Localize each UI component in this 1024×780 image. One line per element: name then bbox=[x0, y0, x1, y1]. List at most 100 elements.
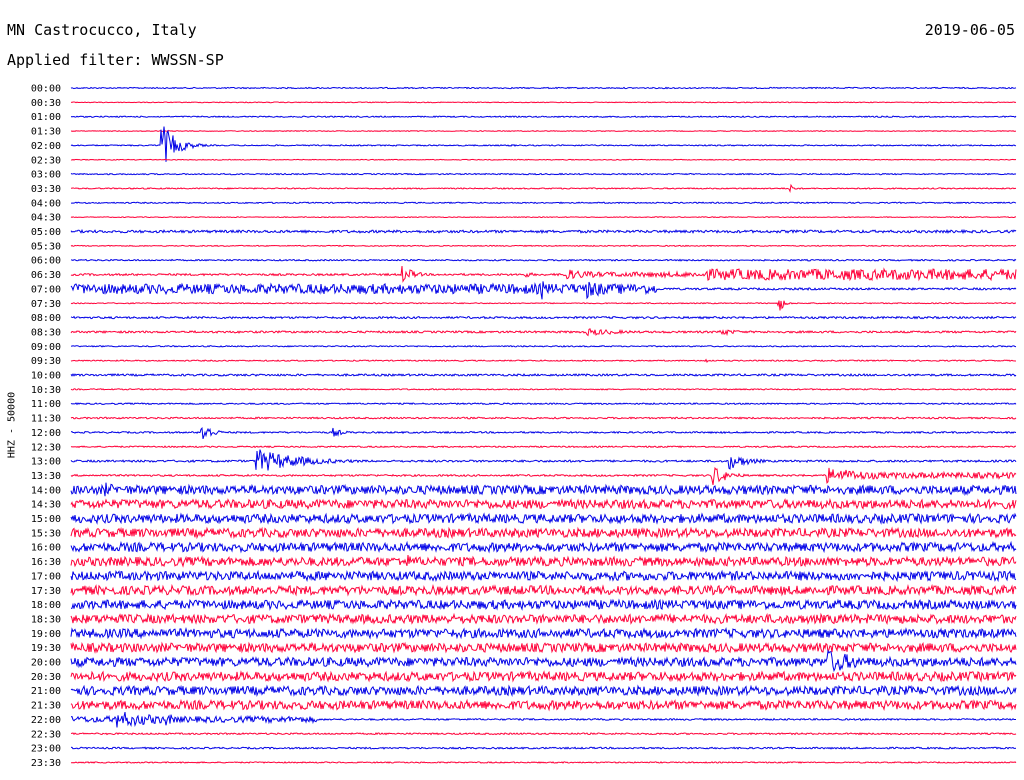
time-tick-labels: 00:00 00:30 01:00 01:30 02:00 02:30 03:00 03:30… bbox=[31, 84, 61, 769]
time-label: 20:30 bbox=[31, 672, 61, 683]
trace-row bbox=[70, 126, 1017, 162]
time-label: 05:00 bbox=[31, 227, 61, 238]
time-label: 11:00 bbox=[31, 399, 61, 410]
time-label: 04:00 bbox=[31, 198, 61, 209]
time-label: 22:00 bbox=[31, 715, 61, 726]
time-label: 12:30 bbox=[31, 442, 61, 453]
trace-row bbox=[70, 300, 1017, 311]
time-label: 00:00 bbox=[31, 84, 61, 95]
trace-row bbox=[70, 569, 1017, 583]
time-label: 09:30 bbox=[31, 356, 61, 367]
trace-row bbox=[70, 427, 1017, 440]
time-label: 20:00 bbox=[31, 658, 61, 669]
trace-row bbox=[70, 328, 1017, 337]
trace-row bbox=[70, 583, 1017, 597]
trace-row bbox=[70, 669, 1017, 683]
time-label: 10:00 bbox=[31, 371, 61, 382]
trace-row bbox=[70, 315, 1017, 320]
time-label: 10:30 bbox=[31, 385, 61, 396]
time-label: 23:30 bbox=[31, 758, 61, 769]
trace-row bbox=[70, 372, 1017, 377]
trace-row bbox=[71, 732, 1017, 736]
time-label: 17:30 bbox=[31, 586, 61, 597]
trace-row bbox=[70, 746, 1017, 750]
time-label: 01:00 bbox=[31, 112, 61, 123]
time-label: 23:00 bbox=[31, 744, 61, 755]
time-label: 14:30 bbox=[31, 500, 61, 511]
time-label: 03:30 bbox=[31, 184, 61, 195]
time-label: 12:00 bbox=[31, 428, 61, 439]
trace-row bbox=[70, 526, 1017, 540]
trace-row bbox=[70, 445, 1017, 449]
time-label: 17:00 bbox=[31, 571, 61, 582]
time-label: 09:00 bbox=[31, 342, 61, 353]
trace-row bbox=[70, 698, 1017, 712]
trace-row bbox=[70, 761, 1017, 764]
time-label: 16:00 bbox=[31, 543, 61, 554]
time-label: 15:30 bbox=[31, 528, 61, 539]
trace-row bbox=[70, 358, 1016, 363]
trace-row bbox=[70, 627, 1017, 640]
time-label: 19:30 bbox=[31, 643, 61, 654]
trace-row bbox=[70, 512, 1017, 525]
time-label: 00:30 bbox=[31, 98, 61, 109]
trace-row bbox=[70, 258, 1017, 262]
trace-row bbox=[70, 115, 1017, 119]
trace-row bbox=[70, 228, 1017, 235]
time-label: 08:30 bbox=[31, 327, 61, 338]
trace-row bbox=[70, 684, 1017, 698]
time-label: 14:00 bbox=[31, 485, 61, 496]
time-label: 05:30 bbox=[31, 241, 61, 252]
trace-row bbox=[70, 158, 1017, 161]
time-label: 04:30 bbox=[31, 213, 61, 224]
time-label: 22:30 bbox=[31, 729, 61, 740]
trace-row bbox=[70, 172, 1017, 176]
trace-row bbox=[70, 482, 1017, 497]
trace-row bbox=[70, 497, 1017, 511]
trace-row bbox=[70, 555, 1017, 568]
time-label: 18:30 bbox=[31, 614, 61, 625]
trace-row bbox=[70, 101, 1017, 104]
trace-row bbox=[71, 344, 1017, 348]
time-label: 03:00 bbox=[31, 170, 61, 181]
trace-row bbox=[70, 466, 1017, 485]
trace-row bbox=[70, 612, 1017, 626]
trace-row bbox=[70, 641, 1017, 654]
trace-row bbox=[70, 216, 1017, 219]
trace-row bbox=[70, 281, 1017, 300]
time-label: 13:00 bbox=[31, 457, 61, 468]
trace-row bbox=[70, 265, 1017, 283]
time-label: 02:30 bbox=[31, 155, 61, 166]
seismogram-traces bbox=[70, 86, 1017, 764]
trace-row bbox=[70, 130, 1017, 133]
time-label: 06:00 bbox=[31, 256, 61, 267]
channel-label: HHZ - 50000 bbox=[6, 391, 18, 459]
time-label: 21:30 bbox=[31, 701, 61, 712]
trace-row bbox=[70, 183, 1017, 194]
time-label: 07:30 bbox=[31, 299, 61, 310]
trace-row bbox=[70, 244, 1017, 247]
time-label: 15:00 bbox=[31, 514, 61, 525]
time-label: 08:00 bbox=[31, 313, 61, 324]
time-label: 19:00 bbox=[31, 629, 61, 640]
trace-row bbox=[70, 649, 1017, 673]
seismogram-plot: 00:00 00:30 01:00 01:30 02:00 02:30 03:00 03:30… bbox=[31, 84, 1017, 769]
time-label: 21:00 bbox=[31, 686, 61, 697]
time-label: 11:30 bbox=[31, 414, 61, 425]
trace-row bbox=[70, 711, 1016, 728]
trace-row bbox=[70, 416, 1017, 420]
time-label: 07:00 bbox=[31, 284, 61, 295]
time-label: 06:30 bbox=[31, 270, 61, 281]
time-label: 18:00 bbox=[31, 600, 61, 611]
trace-row bbox=[70, 540, 1017, 554]
time-label: 02:00 bbox=[31, 141, 61, 152]
trace-row bbox=[70, 449, 1017, 471]
time-label: 01:30 bbox=[31, 127, 61, 138]
trace-row bbox=[71, 201, 1017, 205]
trace-row bbox=[70, 86, 1017, 90]
trace-row bbox=[70, 598, 1017, 611]
time-label: 13:30 bbox=[31, 471, 61, 482]
trace-row bbox=[70, 388, 1017, 391]
time-label: 16:30 bbox=[31, 557, 61, 568]
trace-row bbox=[70, 402, 1017, 406]
